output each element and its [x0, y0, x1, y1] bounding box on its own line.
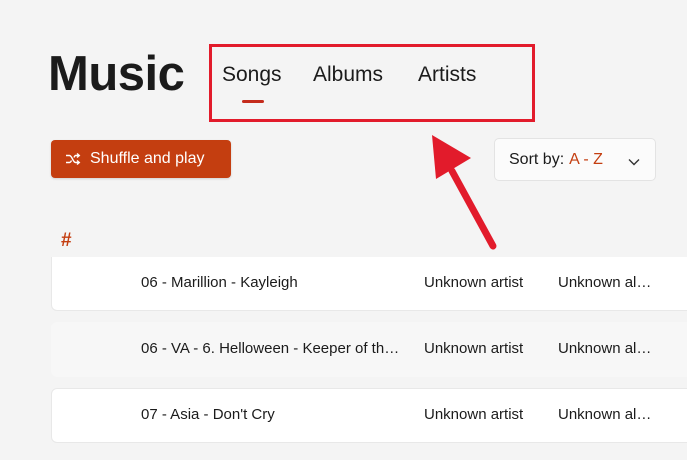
song-artist: Unknown artist	[424, 340, 524, 357]
annotation-arrow	[432, 135, 497, 250]
song-album: Unknown album	[558, 406, 658, 423]
song-title: 06 - VA - 6. Helloween - Keeper of the S…	[141, 340, 405, 357]
shuffle-button-label: Shuffle and play	[90, 150, 205, 167]
chevron-down-icon	[628, 153, 640, 171]
song-row[interactable]: 06 - Marillion - Kayleigh Unknown artist…	[51, 257, 687, 311]
song-album: Unknown album	[558, 340, 658, 357]
song-row[interactable]: 06 - VA - 6. Helloween - Keeper of the S…	[51, 322, 687, 377]
song-title: 06 - Marillion - Kayleigh	[141, 274, 298, 291]
annotation-highlight-box	[209, 44, 535, 122]
shuffle-and-play-button[interactable]: Shuffle and play	[51, 140, 231, 178]
shuffle-icon	[65, 152, 81, 166]
song-artist: Unknown artist	[424, 406, 524, 423]
sort-value: A - Z	[569, 150, 603, 168]
song-album: Unknown album	[558, 274, 658, 291]
song-artist: Unknown artist	[424, 274, 524, 291]
page-title: Music	[48, 47, 185, 101]
song-title: 07 - Asia - Don't Cry	[141, 406, 275, 423]
index-column-header: #	[61, 230, 72, 251]
song-row[interactable]: 07 - Asia - Don't Cry Unknown artist Unk…	[51, 388, 687, 443]
